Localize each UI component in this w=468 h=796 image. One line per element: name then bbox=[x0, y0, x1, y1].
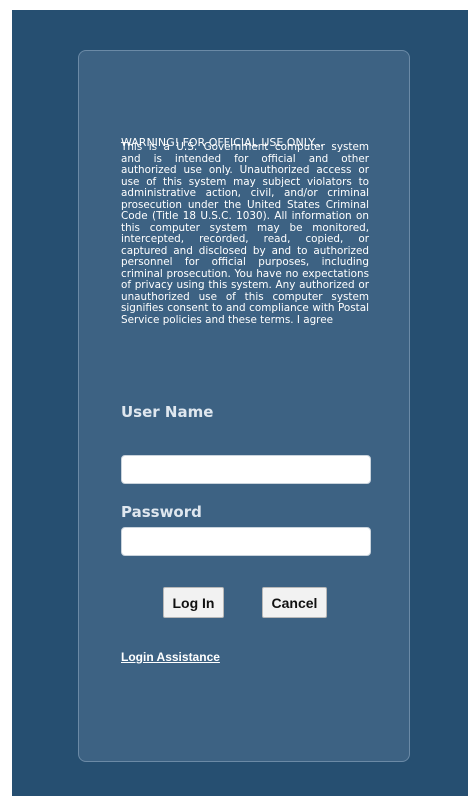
warning-text: This is a U.S. Government computer syste… bbox=[121, 141, 369, 326]
cancel-button[interactable]: Cancel bbox=[262, 587, 327, 618]
login-panel: WARNING! FOR OFFICIAL USE ONLY... This i… bbox=[78, 50, 410, 762]
password-label: Password bbox=[121, 503, 202, 521]
password-input[interactable] bbox=[121, 527, 371, 556]
username-input[interactable] bbox=[121, 455, 371, 484]
login-assistance-link[interactable]: Login Assistance bbox=[121, 650, 220, 664]
username-label: User Name bbox=[121, 403, 214, 421]
login-button[interactable]: Log In bbox=[163, 587, 224, 618]
